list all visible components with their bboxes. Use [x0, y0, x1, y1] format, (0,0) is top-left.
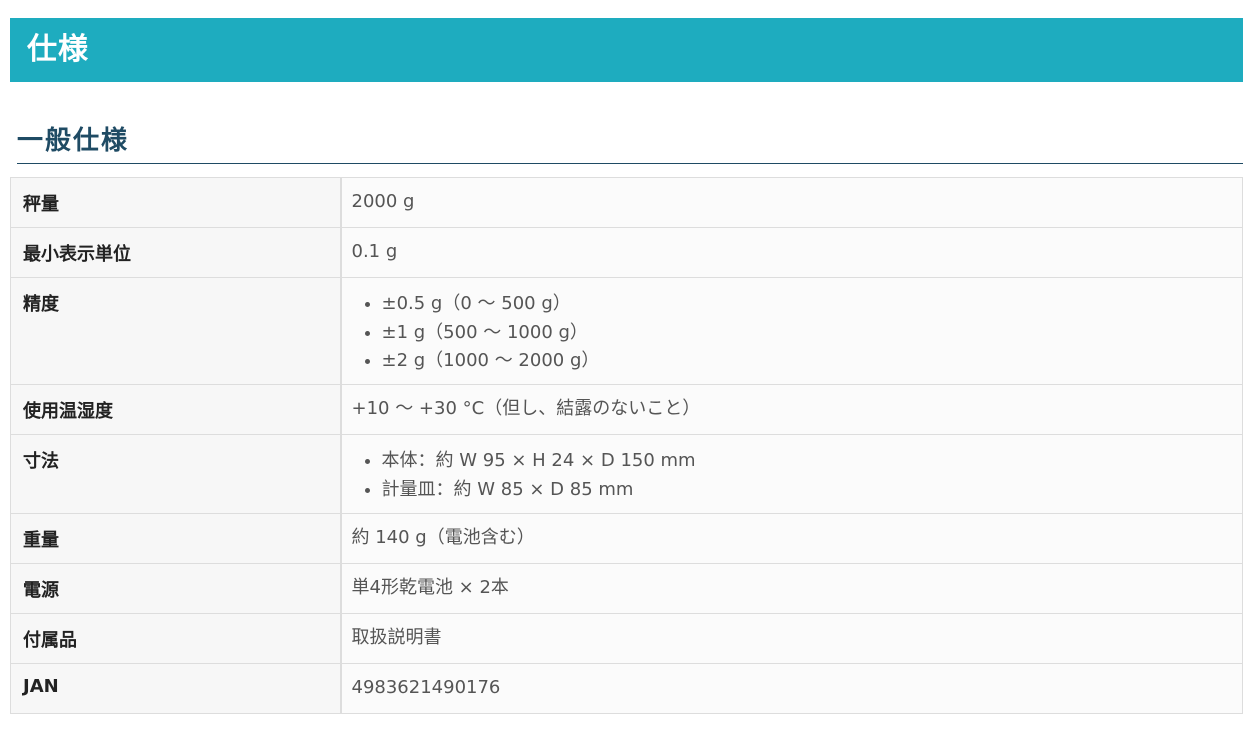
spec-value-text: 取扱説明書: [351, 627, 442, 648]
spec-value-text: 0.1 g: [351, 241, 398, 262]
spec-row-power: 電源 単4形乾電池 × 2本: [10, 563, 1243, 614]
spec-label: JAN: [10, 663, 342, 714]
spec-row-capacity: 秤量 2000 g: [10, 177, 1243, 228]
list-item: ±1 g（500 ～ 1000 g）: [382, 319, 1233, 348]
spec-value: 本体：約 W 95 × H 24 × D 150 mm 計量皿：約 W 85 ×…: [340, 434, 1243, 514]
spec-label: 秤量: [10, 177, 342, 228]
spec-value: ±0.5 g（0 ～ 500 g） ±1 g（500 ～ 1000 g） ±2 …: [340, 277, 1243, 385]
spec-value-text: 4983621490176: [351, 677, 501, 698]
spec-label: 寸法: [10, 434, 342, 514]
spec-value: 4983621490176: [340, 663, 1243, 714]
spec-label: 付属品: [10, 613, 342, 664]
spec-value-text: 2000 g: [351, 191, 415, 212]
spec-row-min-display: 最小表示単位 0.1 g: [10, 227, 1243, 278]
spec-value: +10 ～ +30 °C（但し、結露のないこと）: [340, 384, 1243, 435]
spec-table: 秤量 2000 g 最小表示単位 0.1 g 精度 ±0.5 g（0 ～ 500…: [10, 177, 1243, 714]
spec-label: 最小表示単位: [10, 227, 342, 278]
spec-row-weight: 重量 約 140 g（電池含む）: [10, 513, 1243, 564]
list-item: 本体：約 W 95 × H 24 × D 150 mm: [382, 447, 1233, 476]
spec-row-accessories: 付属品 取扱説明書: [10, 613, 1243, 664]
spec-value: 0.1 g: [340, 227, 1243, 278]
list-item: ±0.5 g（0 ～ 500 g）: [382, 290, 1233, 319]
spec-label: 使用温湿度: [10, 384, 342, 435]
dimensions-list: 本体：約 W 95 × H 24 × D 150 mm 計量皿：約 W 85 ×…: [352, 447, 1233, 504]
spec-label: 精度: [10, 277, 342, 385]
spec-value: 単4形乾電池 × 2本: [340, 563, 1243, 614]
spec-row-dimensions: 寸法 本体：約 W 95 × H 24 × D 150 mm 計量皿：約 W 8…: [10, 434, 1243, 514]
spec-value: 取扱説明書: [340, 613, 1243, 664]
spec-value-text: 単4形乾電池 × 2本: [351, 577, 509, 598]
spec-value: 2000 g: [340, 177, 1243, 228]
spec-row-jan: JAN 4983621490176: [10, 663, 1243, 714]
list-item: 計量皿：約 W 85 × D 85 mm: [382, 476, 1233, 505]
spec-label: 電源: [10, 563, 342, 614]
spec-label: 重量: [10, 513, 342, 564]
section-heading: 一般仕様: [17, 122, 1243, 164]
spec-value-text: 約 140 g（電池含む）: [351, 527, 535, 548]
accuracy-list: ±0.5 g（0 ～ 500 g） ±1 g（500 ～ 1000 g） ±2 …: [352, 290, 1233, 376]
page-title: 仕様: [27, 32, 89, 67]
section-title: 一般仕様: [17, 126, 130, 156]
page-header: 仕様: [10, 18, 1243, 82]
spec-value-text: +10 ～ +30 °C（但し、結露のないこと）: [351, 398, 701, 419]
spec-row-accuracy: 精度 ±0.5 g（0 ～ 500 g） ±1 g（500 ～ 1000 g） …: [10, 277, 1243, 385]
list-item: ±2 g（1000 ～ 2000 g）: [382, 347, 1233, 376]
spec-value: 約 140 g（電池含む）: [340, 513, 1243, 564]
spec-row-operating-temp: 使用温湿度 +10 ～ +30 °C（但し、結露のないこと）: [10, 384, 1243, 435]
